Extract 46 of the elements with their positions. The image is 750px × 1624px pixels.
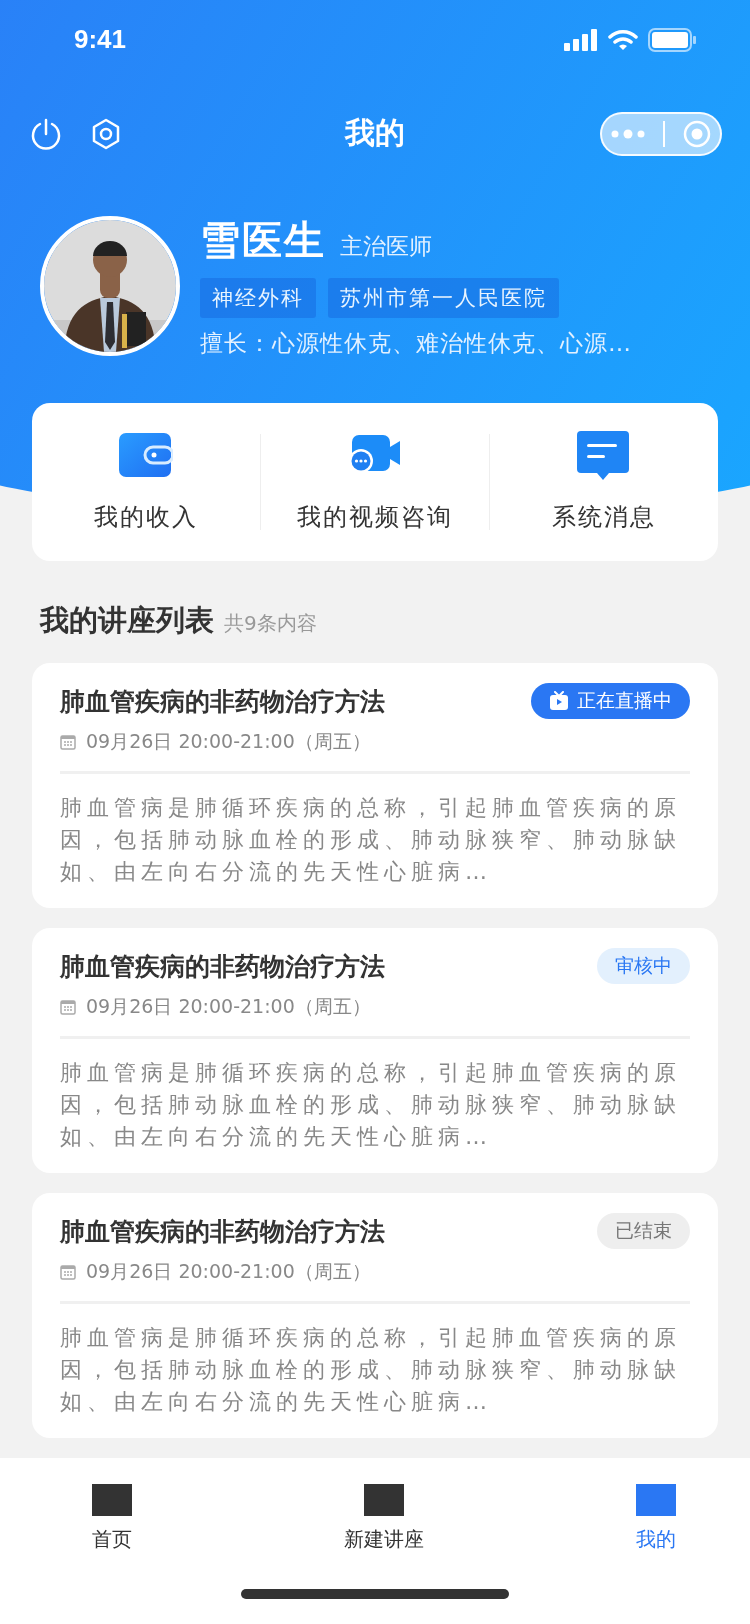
capsule-menu[interactable] <box>600 111 722 156</box>
status-badge: 已结束 <box>597 1213 690 1249</box>
tab-icon <box>636 1484 676 1516</box>
lecture-card[interactable]: 肺血管疾病的非药物治疗方法 正在直播中 09月26日 20:00-21:00（周五） 肺血管病是肺循环疾病的总称，引起肺血管疾病的原因，包括肺动脉血栓的形成、肺动脉狭窄、肺动脉缺如、由左向右分流的先天性心脏病… <box>32 663 718 908</box>
lecture-time: 09月26日 20:00-21:00（周五） <box>86 1259 371 1284</box>
specialty-text: 擅长：心源性休克、难治性休克、心源… <box>200 329 632 359</box>
page-title: 我的 <box>345 114 405 153</box>
tab-icon <box>92 1484 132 1516</box>
tab-icon <box>364 1484 404 1516</box>
message-icon <box>577 431 631 482</box>
status-time: 9:41 <box>74 24 127 56</box>
lecture-description: 肺血管病是肺循环疾病的总称，引起肺血管疾病的原因，包括肺动脉血栓的形成、肺动脉狭窄、肺动脉缺如、由左向右分流的先天性心脏病… <box>60 794 682 886</box>
status-badge: 正在直播中 <box>531 683 690 719</box>
item-count: 共9条内容 <box>224 610 317 637</box>
calendar-icon <box>60 1264 76 1280</box>
lecture-title: 肺血管疾病的非药物治疗方法 <box>60 950 385 983</box>
power-icon[interactable] <box>30 117 62 150</box>
calendar-icon <box>60 734 76 750</box>
lecture-time: 09月26日 20:00-21:00（周五） <box>86 994 371 1019</box>
lecture-description: 肺血管病是肺循环疾病的总称，引起肺血管疾病的原因，包括肺动脉血栓的形成、肺动脉狭窄、肺动脉缺如、由左向右分流的先天性心脏病… <box>60 1324 682 1416</box>
more-icon[interactable] <box>611 128 645 139</box>
menu-item[interactable]: 系统消息 <box>490 431 718 534</box>
lecture-time: 09月26日 20:00-21:00（周五） <box>86 729 371 754</box>
lecture-card[interactable]: 肺血管疾病的非药物治疗方法 审核中 09月26日 20:00-21:00（周五） 肺血管病是肺循环疾病的总称，引起肺血管疾病的原因，包括肺动脉血栓的形成、肺动脉狭窄、肺动脉缺如、由左向右分流的先天性心脏病… <box>32 928 718 1173</box>
tab[interactable]: 我的 <box>636 1484 676 1553</box>
tab[interactable]: 新建讲座 <box>344 1484 424 1553</box>
lecture-description: 肺血管病是肺循环疾病的总称，引起肺血管疾病的原因，包括肺动脉血栓的形成、肺动脉狭窄、肺动脉缺如、由左向右分流的先天性心脏病… <box>60 1059 682 1151</box>
tab[interactable]: 首页 <box>92 1484 132 1553</box>
lecture-title: 肺血管疾病的非药物治疗方法 <box>60 685 385 718</box>
doctor-title: 主治医师 <box>340 232 432 262</box>
menu-item[interactable]: 我的视频咨询 <box>261 431 489 534</box>
doctor-name: 雪医生 <box>200 216 326 266</box>
status-badge: 审核中 <box>597 948 690 984</box>
tv-icon <box>549 691 569 711</box>
signal-icon <box>564 28 598 51</box>
tag: 苏州市第一人民医院 <box>328 278 559 319</box>
lecture-card[interactable]: 肺血管疾病的非药物治疗方法 已结束 09月26日 20:00-21:00（周五） 肺血管病是肺循环疾病的总称，引起肺血管疾病的原因，包括肺动脉血栓的形成、肺动脉狭窄、肺动脉缺如、由左向右分流的先天性心脏病… <box>32 1193 718 1438</box>
lecture-title: 肺血管疾病的非药物治疗方法 <box>60 1215 385 1248</box>
close-target-icon[interactable] <box>683 119 711 148</box>
calendar-icon <box>60 999 76 1015</box>
section-title: 我的讲座列表 <box>40 602 214 639</box>
battery-icon <box>648 27 696 52</box>
menu-item[interactable]: 我的收入 <box>32 431 260 534</box>
tag: 神经外科 <box>200 278 316 319</box>
settings-icon[interactable] <box>90 117 122 150</box>
wifi-icon <box>608 28 638 51</box>
